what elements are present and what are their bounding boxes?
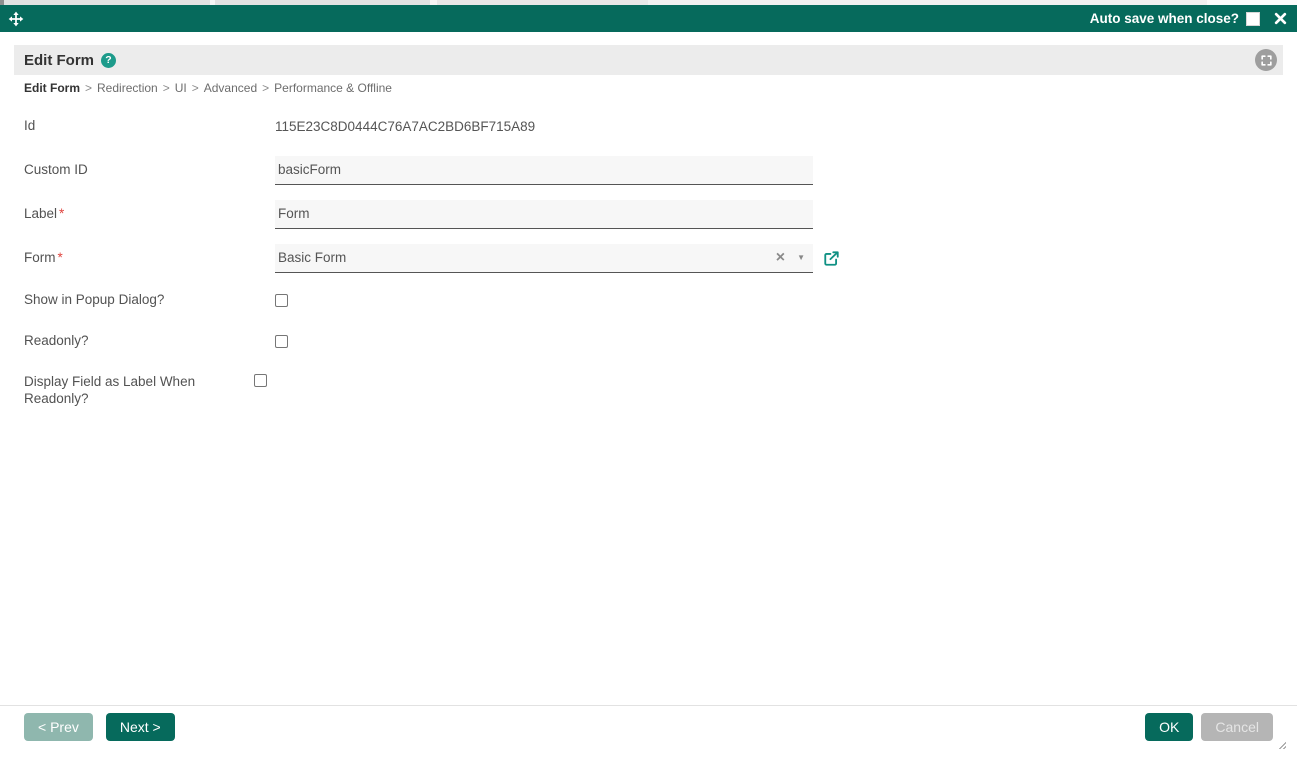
dialog-footer: < Prev Next > OK Cancel [0, 705, 1297, 741]
autosave-label: Auto save when close? [1089, 11, 1239, 26]
form-select-value: Basic Form [278, 250, 347, 265]
next-button[interactable]: Next > [105, 713, 175, 741]
breadcrumb-separator: > [162, 81, 170, 95]
prev-button[interactable]: < Prev [24, 713, 93, 741]
autosave-checkbox[interactable] [1246, 11, 1260, 26]
field-row-label: Label * [24, 192, 1273, 236]
breadcrumb-separator: > [85, 81, 93, 95]
fullscreen-button[interactable] [1255, 49, 1277, 71]
breadcrumb-separator: > [262, 81, 270, 95]
dialog-titlebar[interactable]: Auto save when close? [0, 5, 1297, 32]
external-link-icon[interactable] [823, 250, 840, 267]
move-icon[interactable] [8, 11, 24, 27]
breadcrumb-item-performance-offline[interactable]: Performance & Offline [274, 81, 392, 95]
breadcrumb: Edit Form > Redirection > UI > Advanced … [24, 81, 1273, 95]
required-asterisk: * [59, 205, 65, 221]
field-row-show-in-popup: Show in Popup Dialog? [24, 280, 1273, 321]
form-label-text: Form [24, 249, 56, 265]
readonly-checkbox[interactable] [275, 335, 288, 348]
breadcrumb-item-advanced[interactable]: Advanced [204, 81, 257, 95]
custom-id-input[interactable] [275, 155, 813, 185]
field-row-readonly: Readonly? [24, 321, 1273, 362]
cancel-button[interactable]: Cancel [1201, 713, 1273, 741]
breadcrumb-separator: > [191, 81, 199, 95]
ok-button[interactable]: OK [1145, 713, 1194, 741]
show-in-popup-label: Show in Popup Dialog? [24, 292, 165, 308]
panel-header: Edit Form ? [14, 45, 1283, 75]
close-icon[interactable] [1274, 12, 1287, 25]
display-field-as-label-label: Display Field as Label When Readonly? [24, 374, 196, 406]
breadcrumb-current: Edit Form [24, 81, 80, 95]
custom-id-label: Custom ID [24, 161, 88, 177]
field-row-display-field-as-label: Display Field as Label When Readonly? [24, 362, 1273, 412]
form-properties: Id 115E23C8D0444C76A7AC2BD6BF715A89 Cust… [24, 104, 1273, 412]
breadcrumb-item-ui[interactable]: UI [175, 81, 187, 95]
label-label: Label * [24, 206, 275, 223]
breadcrumb-item-redirection[interactable]: Redirection [97, 81, 158, 95]
expand-corners-icon [1260, 54, 1272, 66]
chevron-down-icon[interactable]: ▼ [797, 253, 805, 262]
label-label-text: Label [24, 205, 58, 221]
field-row-custom-id: Custom ID [24, 148, 1273, 192]
label-input[interactable] [275, 199, 813, 229]
field-row-id: Id 115E23C8D0444C76A7AC2BD6BF715A89 [24, 104, 1273, 148]
field-row-form: Form * Basic Form × ▼ [24, 236, 1273, 280]
readonly-label: Readonly? [24, 333, 89, 349]
page-title: Edit Form [24, 51, 94, 69]
id-value: 115E23C8D0444C76A7AC2BD6BF715A89 [275, 118, 536, 134]
clear-icon[interactable]: × [776, 249, 785, 266]
id-label: Id [24, 117, 36, 133]
form-select[interactable]: Basic Form × ▼ [275, 243, 813, 273]
form-label: Form * [24, 250, 275, 267]
required-asterisk: * [57, 249, 63, 265]
display-field-as-label-checkbox[interactable] [254, 374, 267, 387]
help-icon[interactable]: ? [101, 52, 116, 68]
show-in-popup-checkbox[interactable] [275, 294, 288, 307]
